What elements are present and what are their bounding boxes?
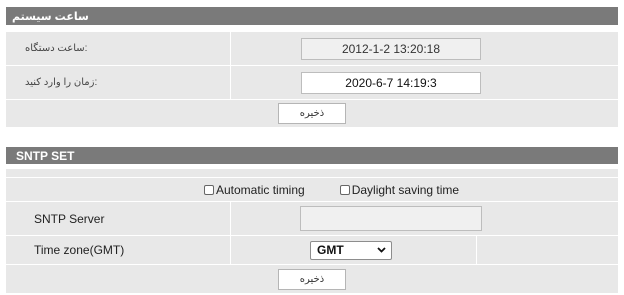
sntp-server-value-cell (231, 202, 618, 235)
automatic-timing-checkbox[interactable] (204, 184, 214, 195)
daylight-saving-option[interactable]: Daylight saving time (339, 182, 460, 197)
device-time-row: ساعت دستگاه: 2012-1-2 13:20:18 (6, 31, 618, 65)
device-time-value-cell: 2012-1-2 13:20:18 (231, 32, 618, 65)
system-time-header: ساعت سیستم (6, 7, 618, 25)
device-time-value: 2012-1-2 13:20:18 (341, 41, 441, 56)
daylight-saving-checkbox[interactable] (339, 184, 350, 195)
device-time-label: ساعت دستگاه: (25, 43, 88, 54)
sntp-save-row: ذخیره (6, 264, 618, 293)
timezone-selected-value: GMT (317, 243, 344, 257)
system-time-panel: ساعت سیستم ساعت دستگاه: 2012-1-2 13:20:1… (6, 7, 618, 127)
timezone-row: Time zone(GMT) GMT (6, 235, 618, 264)
sntp-server-input[interactable] (300, 206, 482, 231)
timezone-select[interactable]: GMT (310, 240, 392, 260)
enter-time-row: زمان را وارد کنید: 2020-6-7 14:19:3 (6, 65, 618, 99)
automatic-timing-label: Automatic timing (216, 182, 305, 197)
sntp-server-label: SNTP Server (34, 211, 105, 226)
enter-time-label: زمان را وارد کنید: (25, 77, 98, 88)
sntp-server-row: SNTP Server (6, 201, 618, 235)
enter-time-value: 2020-6-7 14:19:3 (345, 75, 437, 90)
system-time-save-button[interactable]: ذخیره (278, 103, 346, 124)
chevron-down-icon (377, 247, 386, 253)
sntp-title: SNTP SET (16, 148, 75, 163)
enter-time-value-cell: 2020-6-7 14:19:3 (231, 66, 618, 99)
timezone-label-cell: Time zone(GMT) (6, 236, 231, 264)
timezone-select-cell: GMT (231, 236, 477, 264)
sntp-server-label-cell: SNTP Server (6, 202, 231, 235)
sntp-save-button[interactable]: ذخیره (278, 268, 346, 290)
sntp-panel: SNTP SET Automatic timing Daylight savin… (6, 147, 618, 293)
device-time-field: 2012-1-2 13:20:18 (301, 37, 481, 60)
automatic-timing-option[interactable]: Automatic timing (204, 183, 305, 197)
timezone-empty-cell (477, 236, 618, 264)
system-time-save-row: ذخیره (6, 99, 618, 127)
sntp-options-row: Automatic timing Daylight saving time (6, 177, 618, 201)
enter-time-label-cell: زمان را وارد کنید: (6, 66, 231, 99)
timezone-label: Time zone(GMT) (34, 243, 125, 257)
sntp-header: SNTP SET (6, 147, 618, 164)
sntp-spacer-row (6, 168, 618, 177)
device-time-label-cell: ساعت دستگاه: (6, 32, 231, 65)
daylight-saving-label: Daylight saving time (351, 182, 460, 197)
enter-time-input[interactable]: 2020-6-7 14:19:3 (301, 71, 481, 94)
system-time-title: ساعت سیستم (12, 10, 89, 23)
